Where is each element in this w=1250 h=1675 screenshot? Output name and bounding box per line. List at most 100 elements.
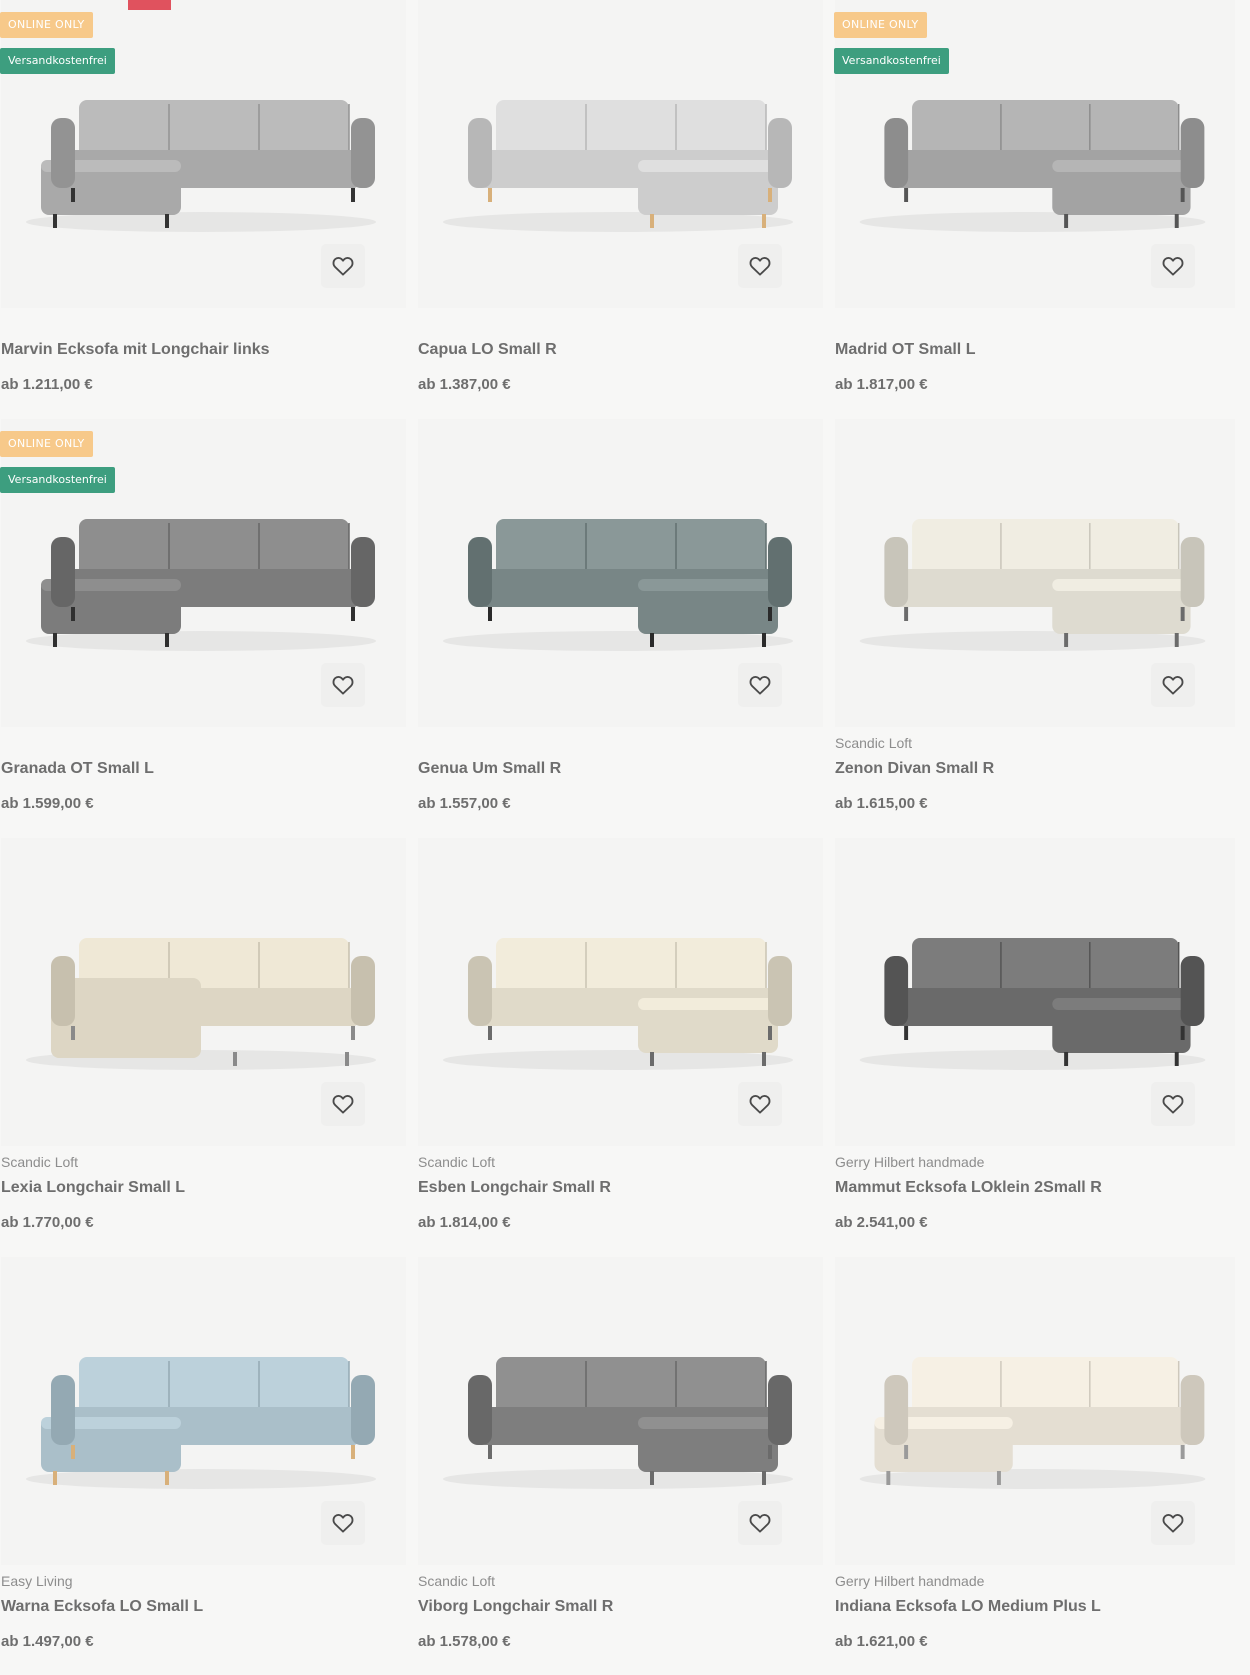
sofa-arm-left [51, 956, 75, 1026]
product-price: ab 1.615,00 € [835, 795, 928, 812]
product-card[interactable]: ONLINE ONLY Versandkostenfrei Marvin Eckso… [0, 0, 417, 419]
product-name-link[interactable]: Mammut Ecksofa LOklein 2Small R [835, 1178, 1102, 1198]
sofa-arm-left [884, 1375, 909, 1445]
online-only-badge: ONLINE ONLY [0, 12, 93, 38]
product-name-link[interactable]: Viborg Longchair Small R [418, 1597, 613, 1617]
sofa-leg [996, 1471, 1001, 1485]
sofa-leg [904, 1026, 909, 1040]
wishlist-button[interactable] [738, 1501, 782, 1545]
sofa-arm-right [351, 1375, 375, 1445]
sofa-leg [1064, 214, 1069, 228]
sofa-arm-right [1180, 1375, 1205, 1445]
wishlist-button[interactable] [321, 663, 365, 707]
sofa-leg [762, 633, 766, 647]
wishlist-button[interactable] [1151, 244, 1195, 288]
product-grid: ONLINE ONLY Versandkostenfrei Marvin Eckso… [0, 0, 1250, 1675]
product-card[interactable]: ONLINE ONLY Versandkostenfrei Granada OT S… [0, 419, 417, 838]
sofa-chaise-top [1052, 160, 1191, 172]
sofa-leg [71, 607, 75, 621]
product-brand: Scandic Loft [418, 1154, 496, 1170]
product-card[interactable]: Easy Living Warna Ecksofa LO Small L ab 1.… [0, 1257, 417, 1675]
sofa-leg [351, 188, 355, 202]
sofa-leg [762, 214, 766, 228]
heart-icon [749, 257, 771, 276]
wishlist-button[interactable] [1151, 1082, 1195, 1126]
sofa-leg [488, 1026, 492, 1040]
sofa-arm-right [768, 537, 792, 607]
sofa-leg [53, 1471, 57, 1485]
product-name-link[interactable]: Granada OT Small L [1, 759, 154, 779]
sofa-leg [1174, 1052, 1179, 1066]
wishlist-button[interactable] [738, 244, 782, 288]
sofa-arm-right [351, 118, 375, 188]
sofa-leg [488, 607, 492, 621]
sofa-leg [762, 1471, 766, 1485]
product-card[interactable]: Capua LO Small R ab 1.387,00 € [417, 0, 834, 419]
product-card[interactable]: Scandic Loft Lexia Longchair Small L ab 1.… [0, 838, 417, 1257]
heart-icon [749, 1514, 771, 1533]
heart-icon [1162, 257, 1184, 276]
sofa-leg [1180, 188, 1185, 202]
sofa-chaise-top [638, 579, 778, 591]
product-name-link[interactable]: Warna Ecksofa LO Small L [1, 1597, 203, 1617]
heart-icon [1162, 1514, 1184, 1533]
sofa-chaise-top [1052, 579, 1191, 591]
heart-icon [749, 676, 771, 695]
sofa-leg [650, 633, 654, 647]
product-card[interactable]: Scandic Loft Viborg Longchair Small R ab 1… [417, 1257, 834, 1675]
product-name-link[interactable]: Lexia Longchair Small L [1, 1178, 185, 1198]
heart-icon [1162, 676, 1184, 695]
product-card[interactable]: ONLINE ONLY Versandkostenfrei Madrid OT Sm… [834, 0, 1250, 419]
wishlist-button[interactable] [1151, 1501, 1195, 1545]
product-price: ab 1.621,00 € [835, 1633, 928, 1650]
wishlist-button[interactable] [321, 244, 365, 288]
sofa-leg [351, 1445, 355, 1459]
product-name-link[interactable]: Genua Um Small R [418, 759, 561, 779]
heart-icon [332, 1095, 354, 1114]
product-brand: Easy Living [1, 1573, 73, 1589]
sofa-leg [71, 1445, 75, 1459]
product-card[interactable]: Scandic Loft Zenon Divan Small R ab 1.615,… [834, 419, 1250, 838]
product-brand: Gerry Hilbert handmade [835, 1573, 985, 1589]
wishlist-button[interactable] [321, 1501, 365, 1545]
product-brand: Scandic Loft [1, 1154, 79, 1170]
product-name-link[interactable]: Marvin Ecksofa mit Longchair links [1, 340, 270, 360]
sofa-arm-left [468, 956, 492, 1026]
sofa-leg [53, 214, 57, 228]
sofa-leg [904, 607, 909, 621]
product-price: ab 1.770,00 € [1, 1214, 94, 1231]
wishlist-button[interactable] [738, 1082, 782, 1126]
product-price: ab 1.817,00 € [835, 376, 928, 393]
wishlist-button[interactable] [321, 1082, 365, 1126]
product-name-link[interactable]: Esben Longchair Small R [418, 1178, 611, 1198]
wishlist-button[interactable] [1151, 663, 1195, 707]
sofa-leg [762, 1052, 766, 1066]
sofa-arm-left [468, 537, 492, 607]
sofa-arm-right [1180, 118, 1205, 188]
product-name-link[interactable]: Zenon Divan Small R [835, 759, 994, 779]
product-name-link[interactable]: Madrid OT Small L [835, 340, 975, 360]
sofa-leg [1180, 1445, 1185, 1459]
sofa-leg [1064, 1052, 1069, 1066]
product-card[interactable]: Gerry Hilbert handmade Indiana Ecksofa LO… [834, 1257, 1250, 1675]
product-price: ab 2.541,00 € [835, 1214, 928, 1231]
free-shipping-badge: Versandkostenfrei [0, 467, 115, 493]
heart-icon [1162, 1095, 1184, 1114]
sofa-arm-right [1180, 956, 1205, 1026]
sofa-leg [165, 1471, 169, 1485]
product-name-link[interactable]: Capua LO Small R [418, 340, 557, 360]
sofa-leg [650, 214, 654, 228]
sofa-arm-left [468, 1375, 492, 1445]
sofa-leg [650, 1471, 654, 1485]
sofa-leg [1180, 607, 1185, 621]
sofa-leg [904, 1445, 909, 1459]
product-card[interactable]: Genua Um Small R ab 1.557,00 € [417, 419, 834, 838]
sofa-arm-right [768, 1375, 792, 1445]
product-card[interactable]: Gerry Hilbert handmade Mammut Ecksofa LOk… [834, 838, 1250, 1257]
sofa-arm-left [51, 537, 75, 607]
wishlist-button[interactable] [738, 663, 782, 707]
product-name-link[interactable]: Indiana Ecksofa LO Medium Plus L [835, 1597, 1101, 1617]
sofa-arm-left [884, 118, 909, 188]
sofa-arm-left [51, 118, 75, 188]
product-card[interactable]: Scandic Loft Esben Longchair Small R ab 1.… [417, 838, 834, 1257]
